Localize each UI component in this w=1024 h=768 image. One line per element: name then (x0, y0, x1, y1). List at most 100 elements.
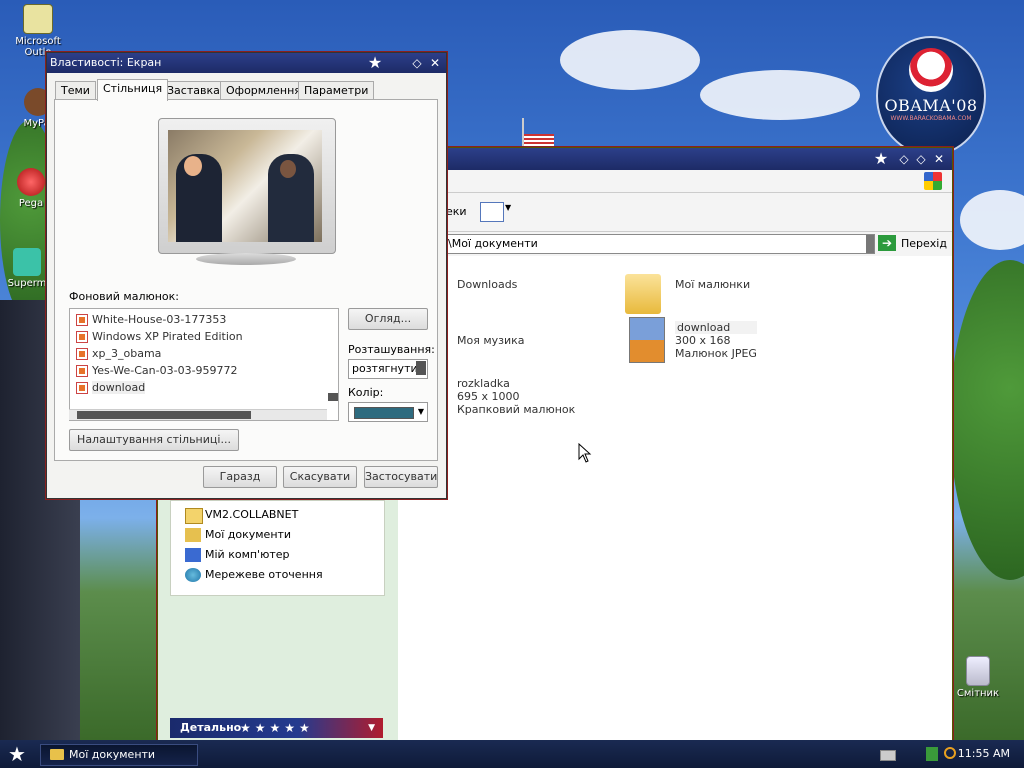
cancel-button[interactable]: Скасувати (283, 466, 357, 488)
background-item[interactable]: Windows XP Pirated Edition (70, 328, 338, 345)
image-file-icon (76, 331, 88, 343)
views-icon[interactable] (480, 202, 504, 222)
go-button[interactable]: Перехід (901, 237, 947, 250)
file-name: rozkladka (457, 377, 510, 390)
file-type: Малюнок JPEG (675, 347, 757, 360)
jpeg-file-icon (629, 317, 665, 363)
color-label: Колір: (348, 386, 384, 399)
dialog-titlebar[interactable]: Властивості: Екран ★ ◇ ✕ (47, 53, 446, 73)
wallpaper-preview (168, 130, 322, 242)
badge-subtext: WWW.BARACKOBAMA.COM (890, 115, 972, 122)
stars-decoration-icon: ★★★★★ (240, 721, 314, 735)
cloud (700, 70, 860, 120)
address-dropdown-icon[interactable] (866, 235, 874, 253)
desktop-icon-recycle-bin[interactable]: Смітник (948, 656, 1008, 699)
folder-icon (185, 508, 203, 524)
select-arrow-icon[interactable] (416, 361, 426, 375)
views-dropdown-icon[interactable]: ▼ (505, 203, 511, 212)
desktop-icon-label: Смітник (956, 688, 1000, 699)
maximize-button[interactable]: ◇ (913, 151, 929, 167)
tab-settings[interactable]: Параметри (298, 81, 375, 100)
search-icon[interactable] (944, 747, 956, 759)
file-item-my-music[interactable]: Моя музика (457, 334, 525, 347)
details-label: Детально (180, 721, 242, 734)
vertical-scrollbar[interactable] (328, 393, 338, 401)
close-button[interactable]: ✕ (931, 151, 947, 167)
recycle-bin-icon (966, 656, 990, 686)
file-name: download (677, 321, 731, 334)
toolbar-label[interactable]: еки (446, 205, 467, 218)
taskbar: ★ Мої документи 11:55 AM (0, 740, 1024, 768)
computer-icon (185, 548, 201, 562)
place-my-documents[interactable]: Мої документи (171, 525, 384, 545)
chevron-down-icon[interactable]: ▼ (368, 718, 375, 738)
close-button[interactable]: ✕ (427, 55, 443, 71)
monitor-frame (158, 118, 336, 254)
scrollbar-thumb[interactable] (77, 411, 251, 419)
obama-logo-icon (909, 48, 953, 92)
keyboard-icon[interactable] (880, 750, 896, 761)
minimize-button[interactable]: ◇ (896, 151, 912, 167)
file-dimensions: 300 x 168 (675, 334, 731, 347)
star-icon: ★ (367, 53, 383, 72)
go-arrow-icon[interactable]: ➔ (878, 235, 896, 251)
desktop-icon-outlook[interactable]: Microsoft Outlo (8, 4, 68, 58)
desktop-icon-superm[interactable]: Superm (4, 248, 50, 289)
horizontal-scrollbar[interactable] (69, 409, 327, 420)
tab-screensaver[interactable]: Заставка (161, 81, 226, 100)
start-button[interactable]: ★ (4, 743, 30, 765)
cloud (960, 190, 1024, 250)
background-item[interactable]: xp_3_obama (70, 345, 338, 362)
file-name: Моя музика (457, 334, 525, 347)
place-vm2[interactable]: VM2.COLLABNET (171, 505, 384, 525)
browse-button[interactable]: Огляд... (348, 308, 428, 330)
place-my-computer[interactable]: Мій комп'ютер (171, 545, 384, 565)
system-tray: 11:55 AM (870, 742, 1024, 766)
file-type: Крапковий малюнок (457, 403, 576, 416)
position-value: розтягнути (352, 362, 418, 375)
obama-badge: OBAMA'08 WWW.BARACKOBAMA.COM (876, 36, 986, 156)
address-input[interactable]: \Мої документи (445, 234, 875, 254)
tab-desktop[interactable]: Стільниця (97, 79, 169, 101)
place-network[interactable]: Мережеве оточення (171, 565, 384, 585)
outlook-icon (23, 4, 53, 34)
file-item-downloads[interactable]: Downloads (457, 278, 517, 291)
windows-logo-icon (924, 172, 942, 190)
background-label: Фоновий малюнок: (69, 290, 179, 303)
other-places-panel: VM2.COLLABNET Мої документи Мій комп'юте… (170, 500, 385, 596)
my-documents-icon (185, 528, 201, 542)
address-text: \Мої документи (448, 237, 538, 250)
badge-text: OBAMA'08 (884, 96, 978, 115)
cloud (560, 30, 700, 90)
file-item-my-pictures[interactable]: Мої малюнки (625, 274, 751, 314)
help-button[interactable]: ◇ (409, 55, 425, 71)
customize-desktop-button[interactable]: Налаштування стільниці... (69, 429, 239, 451)
ok-button[interactable]: Гаразд (203, 466, 277, 488)
tab-themes[interactable]: Теми (55, 81, 96, 100)
background-item-selected[interactable]: download (70, 379, 338, 396)
folder-icon (50, 749, 64, 760)
details-panel-header[interactable]: Детально ★★★★★ ▼ (170, 718, 383, 738)
taskbar-item-my-documents[interactable]: Мої документи (40, 744, 198, 766)
tree (950, 260, 1024, 580)
background-item[interactable]: White-House-03-177353 (70, 311, 338, 328)
preview-face (184, 156, 202, 176)
tab-appearance[interactable]: Оформлення (220, 81, 307, 100)
position-select[interactable]: розтягнути (348, 359, 428, 379)
image-file-icon (76, 382, 88, 394)
background-item[interactable]: Yes-We-Can-03-03-959772 (70, 362, 338, 379)
file-item-rozkladka[interactable]: rozkladka 695 x 1000 Крапковий малюнок (457, 377, 575, 416)
us-flag (524, 134, 554, 148)
file-item-download-jpeg[interactable]: download 300 x 168 Малюнок JPEG (629, 317, 757, 363)
taskbar-item-label: Мої документи (69, 748, 156, 761)
chevron-down-icon[interactable]: ▼ (418, 403, 424, 421)
monitor-stand (196, 253, 296, 265)
pictures-folder-icon (625, 274, 661, 314)
apply-button[interactable]: Застосувати (364, 466, 438, 488)
superm-icon (13, 248, 41, 276)
file-name: Мої малюнки (675, 278, 751, 291)
color-picker[interactable]: ▼ (348, 402, 428, 422)
network-icon (185, 568, 201, 582)
background-list[interactable]: White-House-03-177353 Windows XP Pirated… (69, 308, 339, 421)
network-status-icon[interactable] (926, 747, 938, 761)
